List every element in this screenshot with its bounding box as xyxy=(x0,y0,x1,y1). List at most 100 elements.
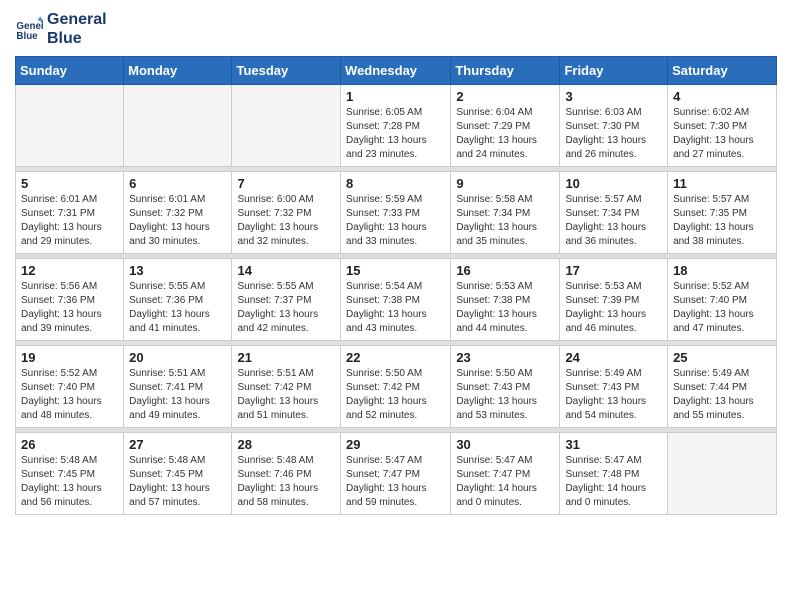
day-info: Sunrise: 5:51 AM Sunset: 7:41 PM Dayligh… xyxy=(129,367,226,423)
weekday-header-thursday: Thursday xyxy=(451,57,560,85)
day-number: 15 xyxy=(346,263,445,278)
calendar-cell: 8 Sunrise: 5:59 AM Sunset: 7:33 PM Daylig… xyxy=(341,172,451,254)
calendar-cell: 17 Sunrise: 5:53 AM Sunset: 7:39 PM Dayli… xyxy=(560,259,668,341)
calendar-cell: 23Sunrise: 5:50 AM Sunset: 7:43 PM Dayli… xyxy=(451,346,560,428)
day-info: Sunrise: 6:05 AM Sunset: 7:28 PM Dayligh… xyxy=(346,106,445,162)
calendar-cell xyxy=(124,85,232,167)
day-number: 7 xyxy=(237,176,335,191)
day-info: Sunrise: 5:49 AM Sunset: 7:43 PM Dayligh… xyxy=(565,367,662,423)
calendar-cell: 25 Sunrise: 5:49 AM Sunset: 7:44 PM Dayli… xyxy=(668,346,777,428)
day-number: 26 xyxy=(21,437,118,452)
calendar-cell: 14Sunrise: 5:55 AM Sunset: 7:37 PM Dayli… xyxy=(232,259,341,341)
day-number: 2 xyxy=(456,89,554,104)
calendar-week-row: 26 Sunrise: 5:48 AM Sunset: 7:45 PM Dayli… xyxy=(16,433,777,515)
day-info: Sunrise: 5:47 AM Sunset: 7:47 PM Dayligh… xyxy=(456,454,554,510)
day-number: 27 xyxy=(129,437,226,452)
day-number: 5 xyxy=(21,176,118,191)
calendar-cell: 18Sunrise: 5:52 AM Sunset: 7:40 PM Dayli… xyxy=(668,259,777,341)
day-info: Sunrise: 6:01 AM Sunset: 7:31 PM Dayligh… xyxy=(21,193,118,249)
day-number: 12 xyxy=(21,263,118,278)
day-number: 20 xyxy=(129,350,226,365)
svg-text:Blue: Blue xyxy=(16,31,38,42)
day-number: 17 xyxy=(565,263,662,278)
day-number: 31 xyxy=(565,437,662,452)
page-header: General Blue General Blue xyxy=(15,10,777,48)
day-info: Sunrise: 6:03 AM Sunset: 7:30 PM Dayligh… xyxy=(565,106,662,162)
calendar-cell: 20 Sunrise: 5:51 AM Sunset: 7:41 PM Dayli… xyxy=(124,346,232,428)
weekday-header-monday: Monday xyxy=(124,57,232,85)
calendar-cell: 11 Sunrise: 5:57 AM Sunset: 7:35 PM Dayli… xyxy=(668,172,777,254)
weekday-header-tuesday: Tuesday xyxy=(232,57,341,85)
calendar-cell: 27 Sunrise: 5:48 AM Sunset: 7:45 PM Dayli… xyxy=(124,433,232,515)
day-number: 18 xyxy=(673,263,771,278)
calendar-cell: 31 Sunrise: 5:47 AM Sunset: 7:48 PM Dayli… xyxy=(560,433,668,515)
day-info: Sunrise: 5:50 AM Sunset: 7:43 PM Dayligh… xyxy=(456,367,554,423)
calendar-cell: 19Sunrise: 5:52 AM Sunset: 7:40 PM Dayli… xyxy=(16,346,124,428)
calendar-cell: 7 Sunrise: 6:00 AM Sunset: 7:32 PM Daylig… xyxy=(232,172,341,254)
day-number: 11 xyxy=(673,176,771,191)
day-info: Sunrise: 5:57 AM Sunset: 7:35 PM Dayligh… xyxy=(673,193,771,249)
day-info: Sunrise: 6:04 AM Sunset: 7:29 PM Dayligh… xyxy=(456,106,554,162)
weekday-header-sunday: Sunday xyxy=(16,57,124,85)
calendar-cell: 26 Sunrise: 5:48 AM Sunset: 7:45 PM Dayli… xyxy=(16,433,124,515)
day-number: 25 xyxy=(673,350,771,365)
day-info: Sunrise: 5:48 AM Sunset: 7:45 PM Dayligh… xyxy=(129,454,226,510)
day-info: Sunrise: 6:01 AM Sunset: 7:32 PM Dayligh… xyxy=(129,193,226,249)
day-number: 21 xyxy=(237,350,335,365)
calendar-cell: 4 Sunrise: 6:02 AM Sunset: 7:30 PM Daylig… xyxy=(668,85,777,167)
day-info: Sunrise: 5:47 AM Sunset: 7:48 PM Dayligh… xyxy=(565,454,662,510)
calendar-cell: 22Sunrise: 5:50 AM Sunset: 7:42 PM Dayli… xyxy=(341,346,451,428)
calendar-week-row: 1 Sunrise: 6:05 AM Sunset: 7:28 PM Daylig… xyxy=(16,85,777,167)
day-number: 13 xyxy=(129,263,226,278)
calendar-table: SundayMondayTuesdayWednesdayThursdayFrid… xyxy=(15,56,777,515)
day-info: Sunrise: 5:55 AM Sunset: 7:36 PM Dayligh… xyxy=(129,280,226,336)
weekday-header-friday: Friday xyxy=(560,57,668,85)
day-number: 29 xyxy=(346,437,445,452)
weekday-header-saturday: Saturday xyxy=(668,57,777,85)
calendar-week-row: 5 Sunrise: 6:01 AM Sunset: 7:31 PM Daylig… xyxy=(16,172,777,254)
logo-icon: General Blue xyxy=(15,15,43,43)
logo-line1: General xyxy=(47,10,107,29)
logo-line2: Blue xyxy=(47,29,107,48)
day-info: Sunrise: 5:48 AM Sunset: 7:46 PM Dayligh… xyxy=(237,454,335,510)
calendar-cell: 15 Sunrise: 5:54 AM Sunset: 7:38 PM Dayli… xyxy=(341,259,451,341)
calendar-cell xyxy=(232,85,341,167)
weekday-header-wednesday: Wednesday xyxy=(341,57,451,85)
calendar-cell: 12 Sunrise: 5:56 AM Sunset: 7:36 PM Dayli… xyxy=(16,259,124,341)
day-number: 14 xyxy=(237,263,335,278)
day-info: Sunrise: 5:54 AM Sunset: 7:38 PM Dayligh… xyxy=(346,280,445,336)
calendar-cell: 30 Sunrise: 5:47 AM Sunset: 7:47 PM Dayli… xyxy=(451,433,560,515)
day-info: Sunrise: 5:49 AM Sunset: 7:44 PM Dayligh… xyxy=(673,367,771,423)
calendar-cell: 5 Sunrise: 6:01 AM Sunset: 7:31 PM Daylig… xyxy=(16,172,124,254)
day-info: Sunrise: 5:47 AM Sunset: 7:47 PM Dayligh… xyxy=(346,454,445,510)
calendar-cell: 21 Sunrise: 5:51 AM Sunset: 7:42 PM Dayli… xyxy=(232,346,341,428)
day-number: 6 xyxy=(129,176,226,191)
day-number: 30 xyxy=(456,437,554,452)
day-number: 28 xyxy=(237,437,335,452)
calendar-week-row: 19Sunrise: 5:52 AM Sunset: 7:40 PM Dayli… xyxy=(16,346,777,428)
day-number: 4 xyxy=(673,89,771,104)
day-info: Sunrise: 6:02 AM Sunset: 7:30 PM Dayligh… xyxy=(673,106,771,162)
logo: General Blue General Blue xyxy=(15,10,107,48)
day-number: 10 xyxy=(565,176,662,191)
calendar-cell xyxy=(16,85,124,167)
day-info: Sunrise: 5:52 AM Sunset: 7:40 PM Dayligh… xyxy=(21,367,118,423)
day-info: Sunrise: 5:48 AM Sunset: 7:45 PM Dayligh… xyxy=(21,454,118,510)
day-info: Sunrise: 5:56 AM Sunset: 7:36 PM Dayligh… xyxy=(21,280,118,336)
calendar-cell: 9Sunrise: 5:58 AM Sunset: 7:34 PM Daylig… xyxy=(451,172,560,254)
day-info: Sunrise: 5:59 AM Sunset: 7:33 PM Dayligh… xyxy=(346,193,445,249)
day-info: Sunrise: 5:51 AM Sunset: 7:42 PM Dayligh… xyxy=(237,367,335,423)
calendar-cell: 29 Sunrise: 5:47 AM Sunset: 7:47 PM Dayli… xyxy=(341,433,451,515)
day-info: Sunrise: 5:50 AM Sunset: 7:42 PM Dayligh… xyxy=(346,367,445,423)
calendar-cell: 1 Sunrise: 6:05 AM Sunset: 7:28 PM Daylig… xyxy=(341,85,451,167)
calendar-cell xyxy=(668,433,777,515)
day-number: 8 xyxy=(346,176,445,191)
day-info: Sunrise: 6:00 AM Sunset: 7:32 PM Dayligh… xyxy=(237,193,335,249)
day-number: 1 xyxy=(346,89,445,104)
day-info: Sunrise: 5:53 AM Sunset: 7:39 PM Dayligh… xyxy=(565,280,662,336)
day-info: Sunrise: 5:58 AM Sunset: 7:34 PM Dayligh… xyxy=(456,193,554,249)
day-info: Sunrise: 5:57 AM Sunset: 7:34 PM Dayligh… xyxy=(565,193,662,249)
day-number: 16 xyxy=(456,263,554,278)
calendar-cell: 13 Sunrise: 5:55 AM Sunset: 7:36 PM Dayli… xyxy=(124,259,232,341)
calendar-cell: 24Sunrise: 5:49 AM Sunset: 7:43 PM Dayli… xyxy=(560,346,668,428)
